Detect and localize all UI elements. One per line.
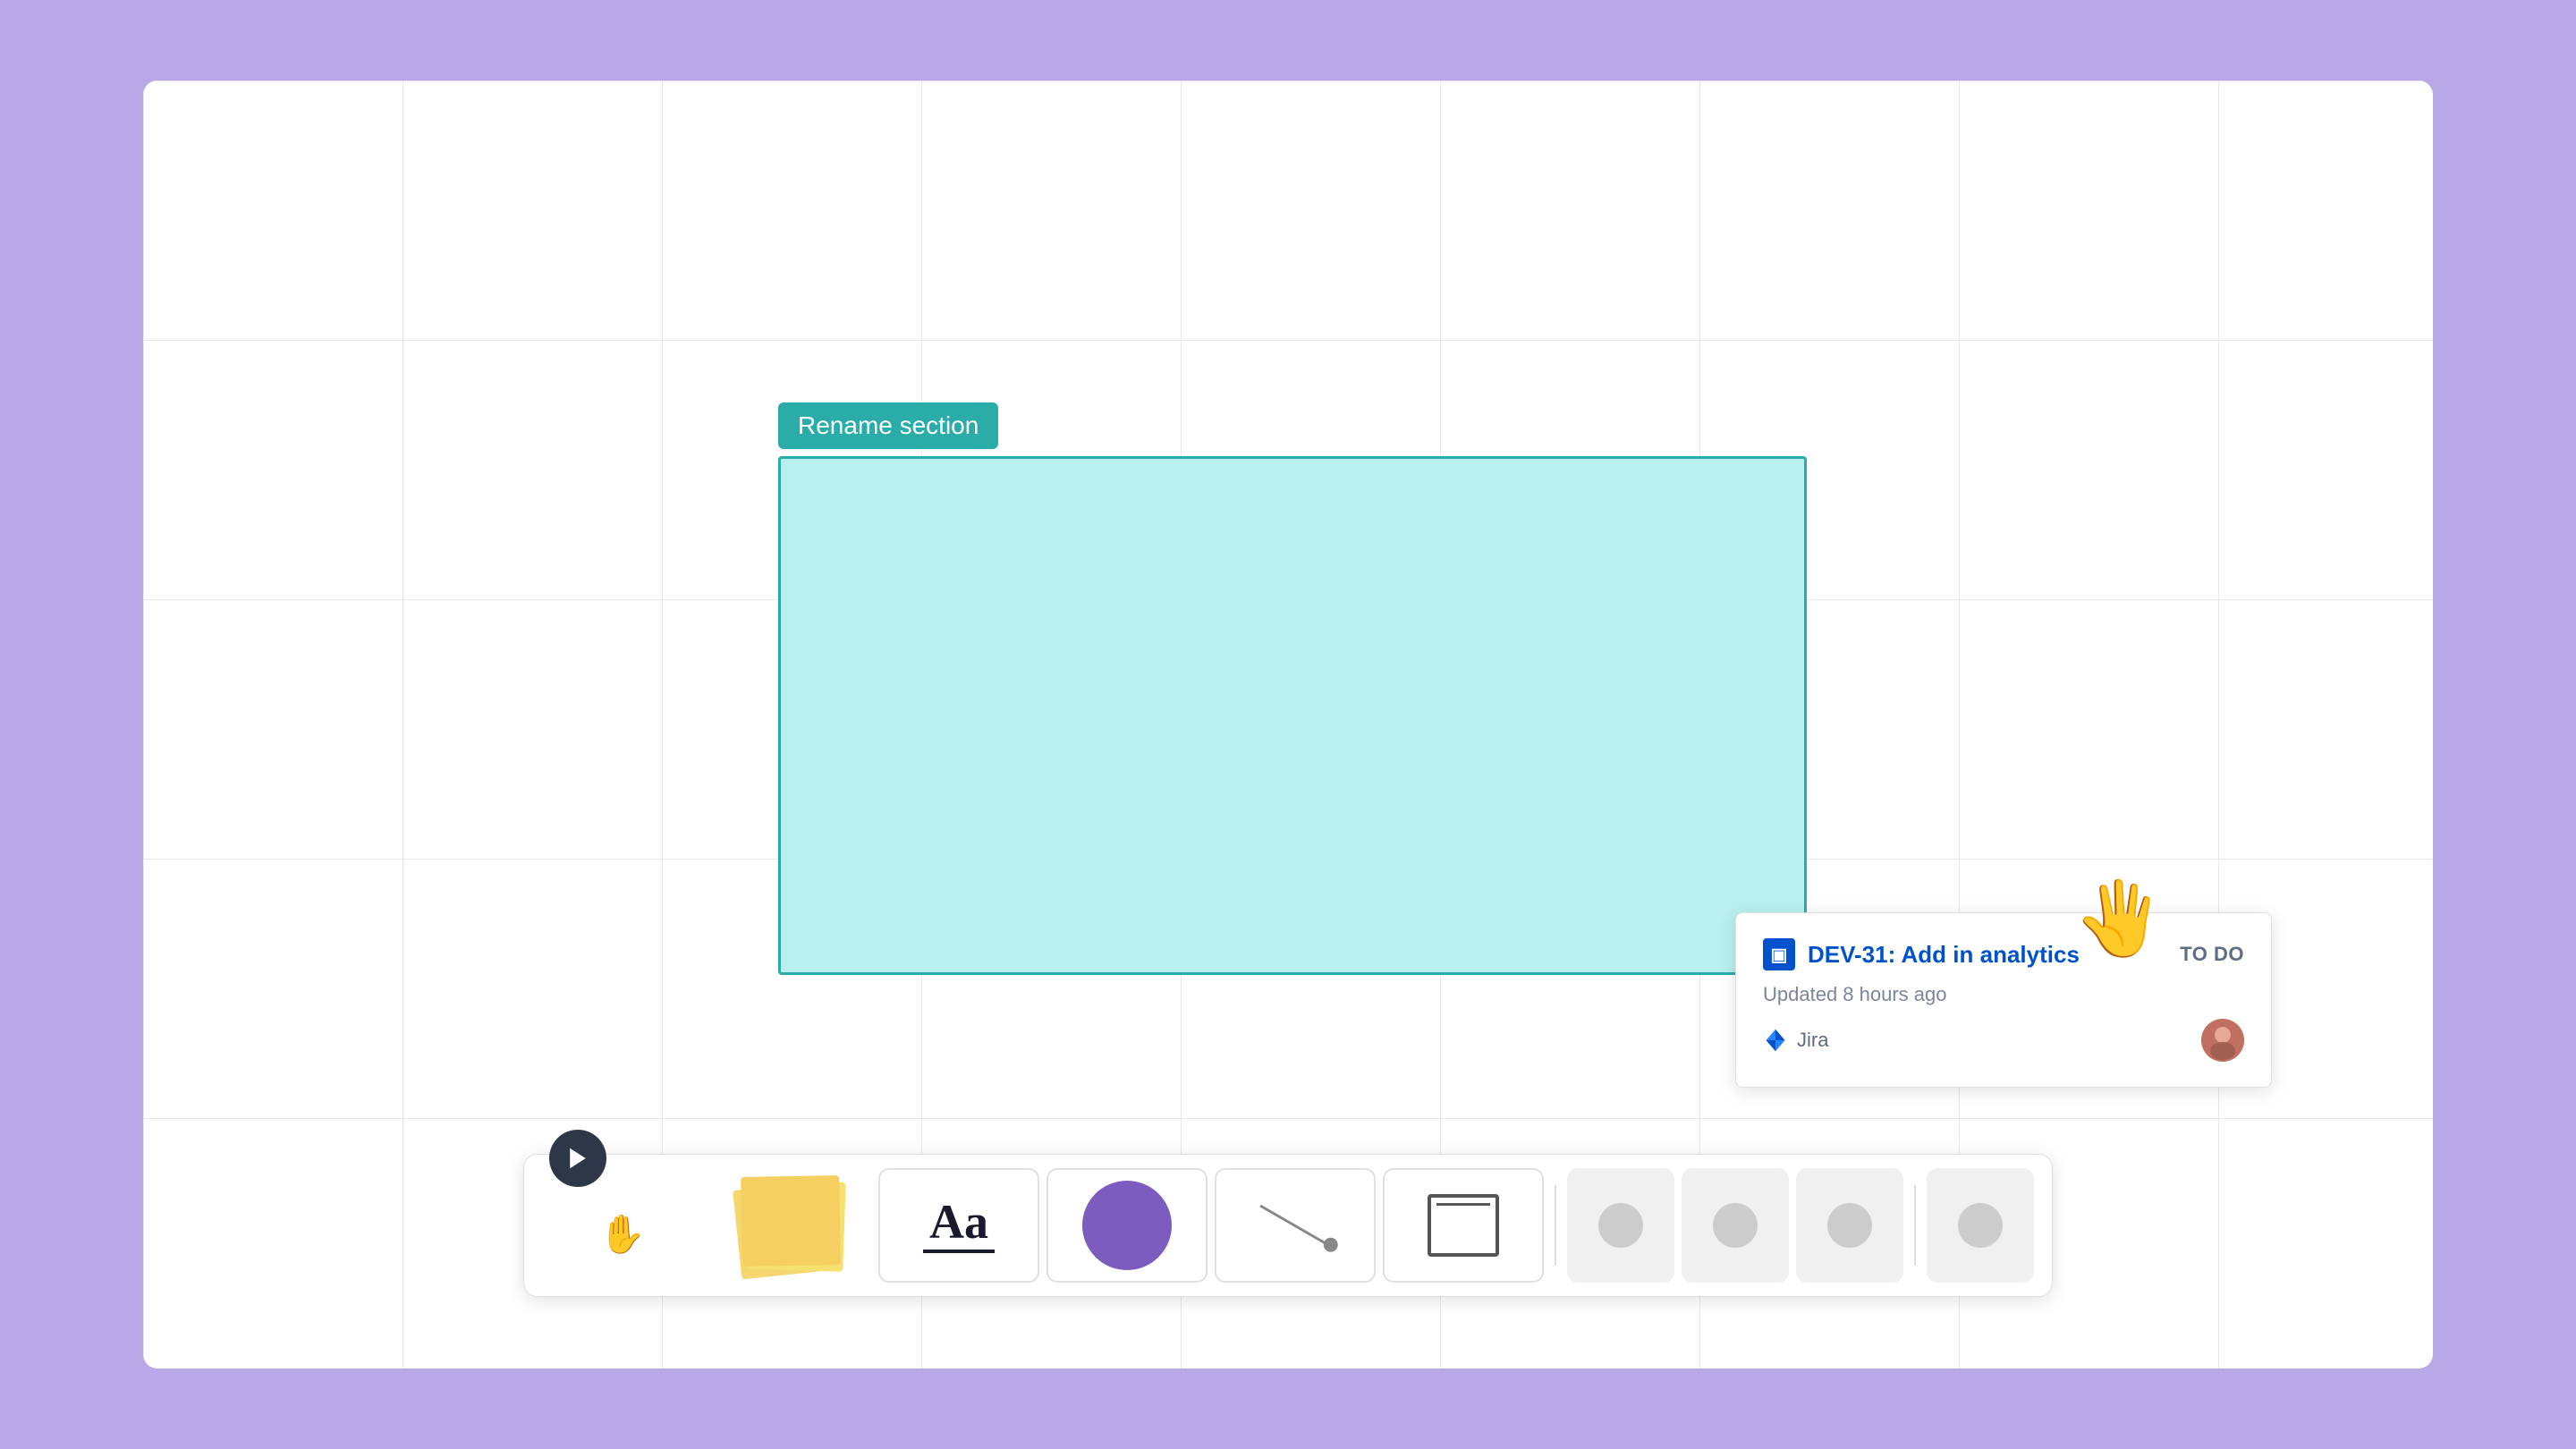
jira-card-header: ▣ DEV-31: Add in analytics TO DO bbox=[1763, 938, 2244, 970]
frame-tool[interactable] bbox=[1383, 1168, 1544, 1283]
jira-title-group: ▣ DEV-31: Add in analytics bbox=[1763, 938, 2080, 970]
sticky-notes-tool[interactable] bbox=[710, 1168, 871, 1283]
toolbar-separator bbox=[1555, 1185, 1556, 1266]
jira-logo-icon bbox=[1763, 1028, 1788, 1053]
main-window: Rename section ▣ DEV-31: Add in analytic… bbox=[143, 80, 2433, 1368]
more-tool-3[interactable] bbox=[1796, 1168, 1903, 1283]
text-tool-underline bbox=[923, 1250, 995, 1253]
jira-assignee-avatar bbox=[2201, 1019, 2244, 1062]
more-tool-1-icon bbox=[1598, 1203, 1643, 1248]
jira-status-badge: TO DO bbox=[2180, 943, 2244, 966]
more-tool-1[interactable] bbox=[1567, 1168, 1674, 1283]
text-tool-label: Aa bbox=[929, 1198, 988, 1246]
more-tool-2-icon bbox=[1713, 1203, 1758, 1248]
jira-card-updated: Updated 8 hours ago bbox=[1763, 983, 2244, 1006]
shape-tool[interactable] bbox=[1046, 1168, 1208, 1283]
more-tool-4-icon bbox=[1958, 1203, 2003, 1248]
rename-section-label[interactable]: Rename section bbox=[778, 402, 998, 449]
shape-circle-icon bbox=[1082, 1181, 1172, 1270]
sticky-note-front bbox=[741, 1175, 841, 1267]
text-tool[interactable]: Aa bbox=[878, 1168, 1039, 1283]
jira-card-title: DEV-31: Add in analytics bbox=[1808, 941, 2080, 969]
section-rectangle[interactable] bbox=[778, 456, 1807, 975]
more-tool-4[interactable] bbox=[1927, 1168, 2034, 1283]
jira-source: Jira bbox=[1763, 1028, 1828, 1053]
hand-tool-icon[interactable]: ✋ bbox=[599, 1213, 646, 1257]
toolbar: ✋ Aa bbox=[523, 1154, 2053, 1297]
frame-icon bbox=[1428, 1194, 1499, 1257]
jira-source-label: Jira bbox=[1797, 1029, 1828, 1052]
more-tool-3-icon bbox=[1827, 1203, 1872, 1248]
more-tool-2[interactable] bbox=[1682, 1168, 1789, 1283]
jira-issue-icon: ▣ bbox=[1763, 938, 1795, 970]
line-tool[interactable] bbox=[1215, 1168, 1376, 1283]
jira-card-footer: Jira bbox=[1763, 1019, 2244, 1062]
jira-card[interactable]: ▣ DEV-31: Add in analytics TO DO Updated… bbox=[1735, 912, 2272, 1088]
toolbar-separator-2 bbox=[1914, 1185, 1916, 1266]
